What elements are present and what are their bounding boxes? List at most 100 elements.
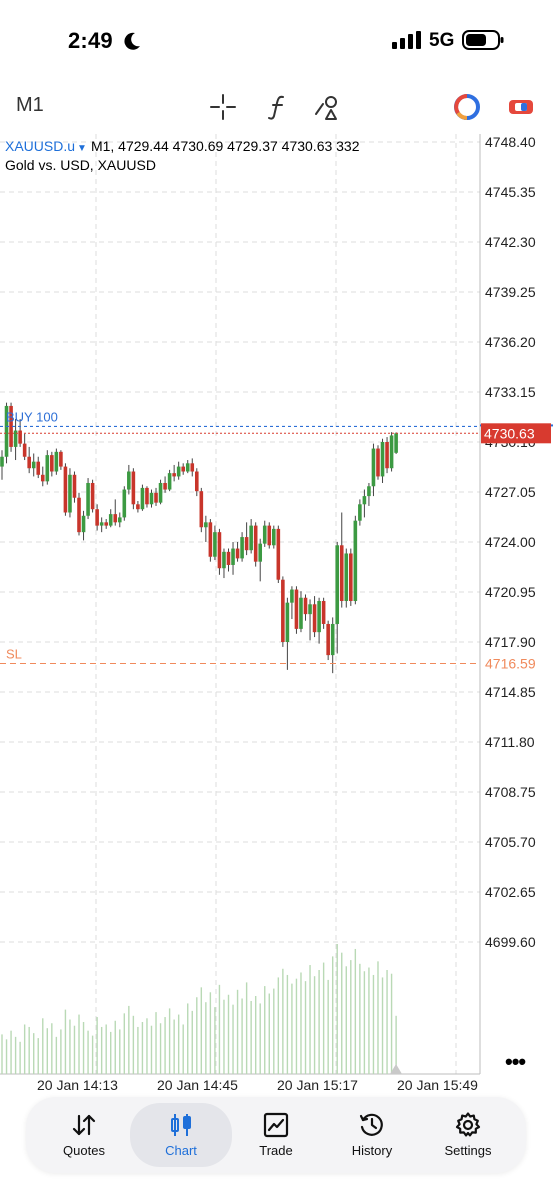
trade-toggle-icon[interactable] xyxy=(506,92,536,122)
tab-settings[interactable]: Settings xyxy=(420,1103,516,1167)
candle-body xyxy=(40,474,45,482)
candle-body xyxy=(90,482,95,510)
symbol-info-line: XAUUSD.u ▼ M1, 4729.44 4730.69 4729.37 473… xyxy=(5,138,360,154)
one-click-trading-icon[interactable] xyxy=(452,92,482,122)
volume-bar xyxy=(345,966,347,1074)
tab-quotes[interactable]: Quotes xyxy=(36,1103,132,1167)
volume-bar xyxy=(377,961,379,1074)
price-axis-label: 4733.15 xyxy=(485,384,536,400)
candle-body xyxy=(330,623,335,656)
price-axis-label: 4742.30 xyxy=(485,234,536,250)
candle-body xyxy=(281,579,285,642)
candle-body xyxy=(308,604,312,615)
candle-body xyxy=(54,451,59,472)
volume-bar xyxy=(10,1030,12,1074)
candle-body xyxy=(222,551,226,569)
tab-history[interactable]: History xyxy=(324,1103,420,1167)
candle-body xyxy=(68,474,72,513)
volume-bar xyxy=(386,970,388,1074)
tab-trade[interactable]: Trade xyxy=(228,1103,324,1167)
candle-body xyxy=(335,545,340,624)
more-options-icon[interactable]: ••• xyxy=(505,1049,526,1075)
candle-body xyxy=(267,525,272,546)
symbol-selector[interactable]: XAUUSD.u xyxy=(5,138,75,154)
candle-body xyxy=(226,551,231,565)
candle-body xyxy=(149,492,154,505)
volume-bar xyxy=(309,965,311,1074)
price-chart[interactable]: 4748.40 4745.35 4742.30 4739.25 4736.20 4733.… xyxy=(0,134,553,1096)
volume-bar xyxy=(168,1008,171,1074)
chart-area[interactable]: 4748.40 4745.35 4742.30 4739.25 4736.20 4733.… xyxy=(0,134,553,1093)
volume-bar xyxy=(159,1023,162,1074)
candle-body xyxy=(326,623,330,656)
time-axis-label: 20 Jan 15:17 xyxy=(277,1077,358,1093)
volume-bar xyxy=(291,983,293,1074)
cellular-signal-icon xyxy=(392,31,421,49)
price-axis-label: 4702.65 xyxy=(485,884,536,900)
ohlc-values: M1, 4729.44 4730.69 4729.37 4730.63 332 xyxy=(90,138,360,154)
candlestick-icon xyxy=(171,1114,191,1136)
timeframe-button[interactable]: M1 xyxy=(16,94,44,117)
volume-bar xyxy=(277,977,280,1074)
volume-bar xyxy=(209,992,212,1074)
volume-bar xyxy=(245,982,248,1074)
candle-body xyxy=(117,517,122,523)
volume-bar xyxy=(350,960,352,1074)
volume-bar xyxy=(327,979,329,1074)
volume-bar xyxy=(64,1009,67,1074)
candle-body xyxy=(104,522,108,526)
price-axis-label: 4711.80 xyxy=(485,734,535,750)
volume-bar xyxy=(282,968,284,1074)
stop-loss-price: 4716.59 xyxy=(485,655,536,671)
volume-bar xyxy=(214,1007,216,1074)
crosshair-icon[interactable] xyxy=(208,92,238,122)
volume-bar xyxy=(177,1014,180,1074)
volume-bar xyxy=(164,1017,166,1074)
candle-body xyxy=(131,471,136,505)
drawing-objects-icon[interactable] xyxy=(313,92,343,122)
trade-chart-icon xyxy=(263,1112,289,1138)
volume-bar xyxy=(91,1035,94,1074)
candle-body xyxy=(303,597,308,615)
candle-body xyxy=(163,482,167,490)
time-axis-label: 20 Jan 15:49 xyxy=(397,1077,478,1093)
candle-body xyxy=(194,471,199,492)
tab-chart[interactable]: Chart xyxy=(130,1103,232,1167)
volume-bar xyxy=(182,1024,184,1074)
volume-bar xyxy=(155,1012,157,1074)
volume-bar xyxy=(313,976,316,1074)
candle-body xyxy=(0,456,4,467)
price-axis-label: 4717.90 xyxy=(485,634,536,650)
indicators-function-icon[interactable] xyxy=(263,92,293,122)
price-axis-label: 4736.20 xyxy=(485,334,536,350)
volume-bar xyxy=(331,956,334,1074)
volume-bar xyxy=(14,1036,17,1074)
volume-bar xyxy=(37,1038,39,1074)
volume-bar xyxy=(128,1005,130,1074)
volume-bar xyxy=(137,1026,139,1074)
candle-body xyxy=(72,474,77,498)
candle-body xyxy=(285,602,290,642)
volume-bar xyxy=(354,948,357,1074)
volume-bar xyxy=(46,1028,48,1074)
volume-bar xyxy=(336,944,338,1074)
candle-body xyxy=(389,435,394,469)
network-type: 5G xyxy=(429,30,455,51)
volume-bar xyxy=(381,977,384,1074)
volume-bar xyxy=(368,967,370,1074)
volume-bar xyxy=(187,1003,189,1074)
volume-bar xyxy=(227,994,230,1074)
volume-bar xyxy=(23,1024,26,1074)
candle-body xyxy=(312,604,317,633)
price-axis-label: 4748.40 xyxy=(485,134,536,150)
candle-body xyxy=(272,528,276,546)
volume-bar xyxy=(259,1003,261,1074)
volume-bar xyxy=(191,1010,193,1074)
price-axis-label: 4745.35 xyxy=(485,184,536,200)
battery-icon xyxy=(462,30,504,50)
volume-bar xyxy=(114,1020,116,1074)
volume-bar xyxy=(295,978,298,1074)
candle-body xyxy=(235,548,240,559)
candle-body xyxy=(22,443,27,457)
symbol-dropdown-icon[interactable]: ▼ xyxy=(77,143,87,154)
